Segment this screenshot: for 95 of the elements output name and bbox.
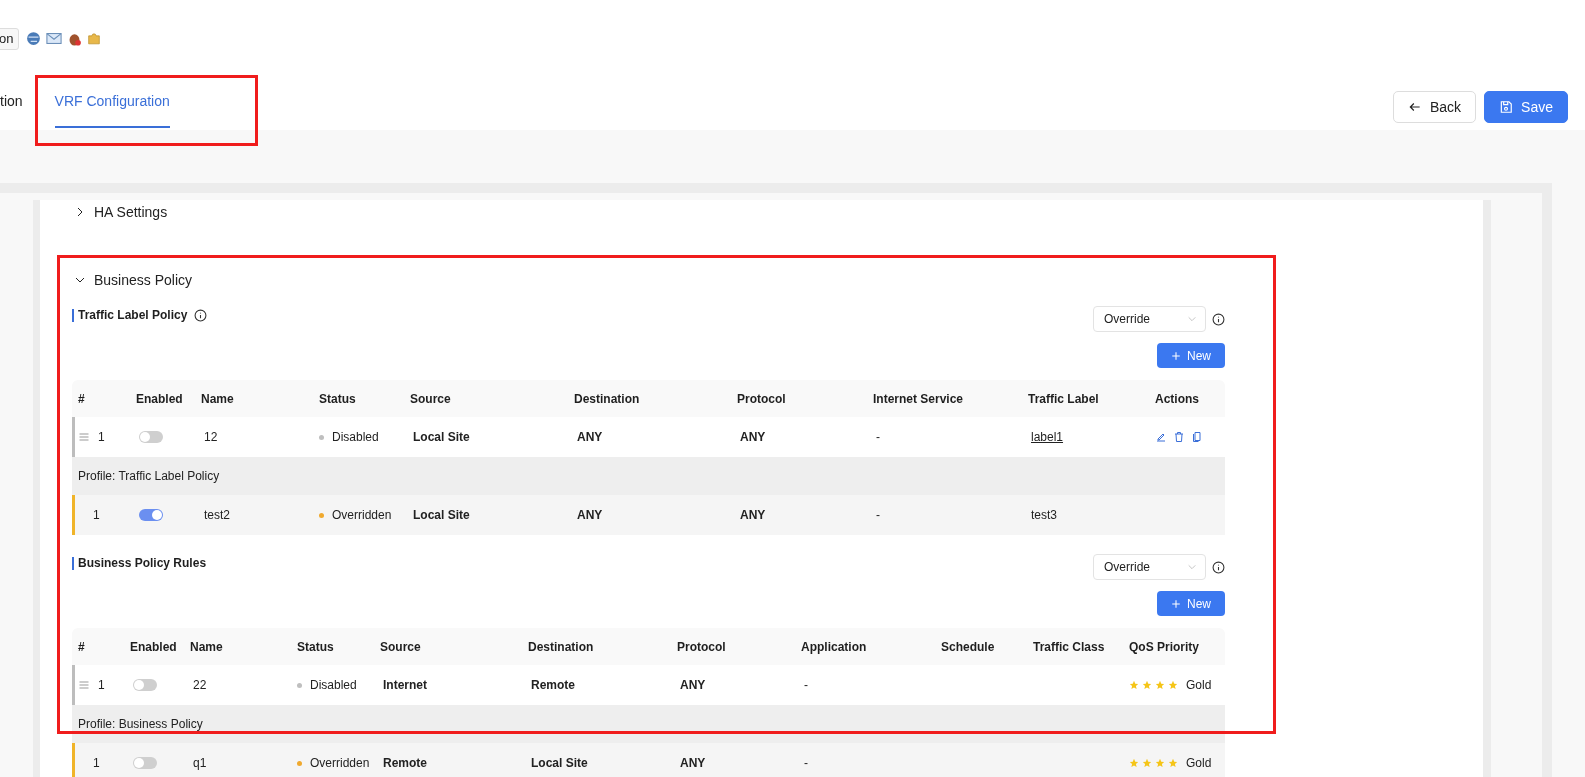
chevron-down-icon — [1187, 314, 1197, 324]
arrow-left-icon — [1407, 100, 1422, 114]
table-cell-text: ANY — [576, 508, 603, 522]
column-header: Status — [318, 391, 357, 406]
table-cell-text: test2 — [203, 508, 230, 522]
table-cell-text: ANY — [739, 508, 766, 522]
row-number: 1 — [97, 430, 105, 444]
table-cell-text: Local Site — [530, 756, 588, 770]
table-cell-text: 12 — [203, 430, 218, 444]
column-header: QoS Priority — [1128, 639, 1200, 654]
edit-icon[interactable] — [1155, 431, 1167, 443]
info-icon — [1212, 312, 1225, 326]
column-header: Protocol — [736, 391, 787, 406]
table-cell-text: Remote — [530, 678, 575, 692]
table-cell-text: Remote — [382, 756, 427, 770]
section-header[interactable]: Business Policy — [72, 268, 193, 292]
new-button[interactable]: New — [1157, 343, 1225, 368]
table-row[interactable]: 1 q1 Overridden Remote Local Site ANY - Gold — [72, 743, 1225, 777]
priority-text: Gold — [1185, 678, 1212, 692]
status-text: Overridden — [309, 756, 370, 770]
star-icon — [1129, 758, 1139, 768]
star-icon — [1168, 758, 1178, 768]
tab[interactable]: VRF Configuration — [54, 77, 170, 128]
new-button[interactable]: New — [1157, 591, 1225, 616]
column-header: Protocol — [676, 639, 727, 654]
table-cell-text: Internet — [382, 678, 427, 692]
mode-select[interactable]: Override — [1093, 306, 1206, 332]
table-cell-text: test3 — [1030, 508, 1057, 522]
column-header: Status — [296, 639, 335, 654]
column-header: Traffic Label — [1027, 391, 1100, 406]
copy-icon[interactable] — [1191, 431, 1203, 443]
column-header: Internet Service — [872, 391, 965, 406]
column-header: Name — [189, 639, 224, 654]
plus-icon — [1171, 598, 1181, 609]
enabled-switch[interactable] — [133, 757, 157, 769]
drag-handle-icon — [78, 679, 90, 691]
column-header: Traffic Class — [1032, 639, 1106, 654]
table-cell-text: ANY — [576, 430, 603, 444]
chevron-down-icon — [1187, 562, 1197, 572]
section-header[interactable]: HA Settings — [72, 200, 168, 224]
back-button[interactable]: Back — [1392, 91, 1477, 123]
traffic-label-link[interactable]: label1 — [1028, 430, 1064, 444]
toolbar-button[interactable]: on — [0, 27, 20, 50]
star-icon — [1129, 680, 1139, 690]
column-header: Name — [200, 391, 235, 406]
column-header: Destination — [573, 391, 641, 406]
star-icon — [1142, 758, 1152, 768]
column-header: Actions — [1154, 391, 1200, 406]
column-header: Destination — [527, 639, 595, 654]
table-cell-text: ANY — [739, 430, 766, 444]
save-button[interactable]: Save — [1484, 91, 1568, 123]
mail-icon[interactable] — [45, 30, 64, 47]
policy-heading: Business Policy Rules — [72, 557, 207, 570]
column-header: # — [77, 391, 86, 406]
column-header: Schedule — [940, 639, 996, 654]
enabled-switch[interactable] — [139, 431, 163, 443]
info-icon — [1212, 560, 1225, 574]
row-number: 1 — [92, 508, 100, 522]
star-icon — [1155, 680, 1165, 690]
mode-select[interactable]: Override — [1093, 554, 1206, 580]
table-row[interactable]: 1 test2 Overridden Local Site ANY ANY - test3 — [72, 495, 1225, 535]
enabled-switch[interactable] — [139, 509, 163, 521]
enabled-switch[interactable] — [133, 679, 157, 691]
table-cell-text: Local Site — [412, 508, 470, 522]
profile-row: Profile: Traffic Label Policy — [72, 457, 1225, 495]
row-number: 1 — [97, 678, 105, 692]
status-text: Overridden — [331, 508, 392, 522]
table-cell-text: ANY — [679, 756, 706, 770]
table-cell-text: 22 — [192, 678, 207, 692]
trash-icon[interactable] — [1173, 431, 1185, 443]
status-text: Disabled — [331, 430, 379, 444]
plus-icon — [1171, 350, 1181, 361]
table-cell-text: Local Site — [412, 430, 470, 444]
column-header: Enabled — [129, 639, 178, 654]
policy-heading: Traffic Label Policy — [72, 309, 188, 322]
column-header: Source — [409, 391, 452, 406]
row-number: 1 — [92, 756, 100, 770]
table-cell-text: - — [803, 678, 808, 692]
table-cell-text: q1 — [192, 756, 207, 770]
table-cell-text: - — [875, 430, 880, 444]
table-cell-text: - — [803, 756, 808, 770]
globe-icon[interactable] — [25, 30, 43, 47]
star-icon — [1155, 758, 1165, 768]
star-icon — [1142, 680, 1152, 690]
priority-text: Gold — [1185, 756, 1212, 770]
table-cell-text: ANY — [679, 678, 706, 692]
star-icon — [1168, 680, 1178, 690]
table-cell-text: - — [875, 508, 880, 522]
drag-handle-icon — [78, 431, 90, 443]
column-header: Enabled — [135, 391, 184, 406]
tab[interactable]: tion — [0, 77, 23, 128]
column-header: Source — [379, 639, 422, 654]
column-header: # — [77, 639, 86, 654]
status-text: Disabled — [309, 678, 357, 692]
column-header: Application — [800, 639, 868, 654]
